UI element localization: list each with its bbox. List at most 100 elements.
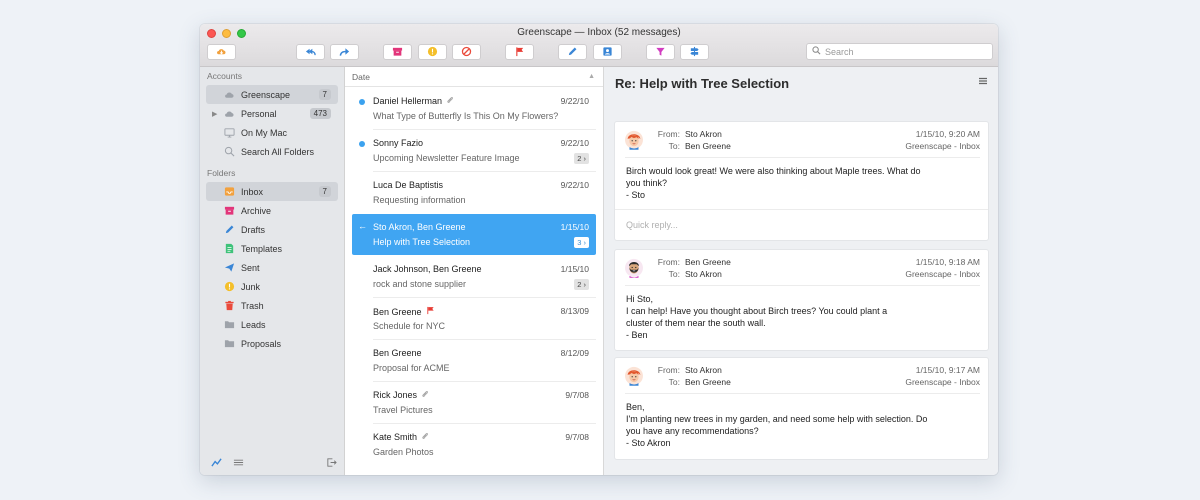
cloud-icon <box>224 108 235 119</box>
message-datetime: 1/15/10, 9:20 AM <box>915 129 980 139</box>
forward-icon <box>339 46 350 59</box>
sidebar-folder-inbox[interactable]: Inbox 7 <box>206 182 338 201</box>
search-input[interactable] <box>825 46 992 57</box>
message-subject: rock and stone supplier <box>373 279 467 289</box>
sort-label: Date <box>352 71 370 82</box>
message-date: 9/22/10 <box>560 138 589 148</box>
junk-button[interactable] <box>418 44 447 60</box>
sort-chevron-icon[interactable]: ▲ <box>588 73 595 80</box>
reply-all-button[interactable] <box>296 44 325 60</box>
filter-button[interactable] <box>646 44 675 60</box>
toggle-list-icon[interactable] <box>233 457 244 470</box>
message-card: From: Sto Akron To: Ben Greene 1/15/10, 9:20… <box>615 122 988 240</box>
message-sender: Ben Greene <box>373 348 422 358</box>
accounts-heading: Accounts <box>207 71 242 81</box>
from-value[interactable]: Sto Akron <box>685 129 722 139</box>
quick-reply-divider <box>615 209 988 210</box>
message-row[interactable]: Luca De Baptistis Requesting information 9… <box>352 172 596 213</box>
from-value[interactable]: Ben Greene <box>685 257 731 267</box>
replied-arrow-icon: ← <box>358 221 367 231</box>
inbox-icon <box>224 186 235 197</box>
attachment-icon <box>421 390 429 400</box>
sidebar-folder-leads[interactable]: Leads <box>206 315 338 334</box>
sidebar-folder-archive[interactable]: Archive <box>206 201 338 220</box>
message-row[interactable]: Kate Smith Garden Photos 9/7/08 <box>352 424 596 465</box>
rules-icon <box>689 46 700 59</box>
unread-count-badge: 7 <box>318 89 331 100</box>
message-card: From: Sto Akron To: Ben Greene 1/15/10, 9:17… <box>615 358 988 459</box>
sidebar-folder-junk[interactable]: Junk <box>206 277 338 296</box>
sidebar-item-label: Trash <box>241 300 264 311</box>
thread-count-badge[interactable]: 2 › <box>574 153 589 164</box>
menu-icon[interactable] <box>977 75 989 89</box>
logout-icon[interactable] <box>326 457 337 470</box>
sidebar-folder-drafts[interactable]: Drafts <box>206 220 338 239</box>
message-sender: Sonny Fazio <box>373 138 424 148</box>
compose-button[interactable] <box>558 44 587 60</box>
message-datetime: 1/15/10, 9:18 AM <box>915 257 980 267</box>
sidebar-account-personal[interactable]: ▶ Personal 473 <box>206 104 338 123</box>
from-value[interactable]: Sto Akron <box>685 365 722 375</box>
sidebar-item-label: Junk <box>241 281 261 292</box>
contacts-icon <box>602 46 613 59</box>
to-value[interactable]: Sto Akron <box>685 269 722 279</box>
forward-button[interactable] <box>330 44 359 60</box>
folders-heading: Folders <box>207 168 236 178</box>
sidebar-folder-templates[interactable]: Templates <box>206 239 338 258</box>
message-row[interactable]: Daniel Hellerman What Type of Butterfly I… <box>352 88 596 129</box>
message-mailbox: Greenscape - Inbox <box>905 377 980 387</box>
sidebar-item-label: Inbox <box>241 186 264 197</box>
title-bar: Greenscape — Inbox (52 messages) <box>200 24 998 67</box>
to-label: To: <box>668 377 680 387</box>
message-row[interactable]: Ben Greene Proposal for ACME 8/12/09 <box>352 340 596 381</box>
avatar <box>625 258 643 278</box>
message-sender-line: Luca De Baptistis <box>373 180 443 190</box>
message-body: Hi Sto, I can help! Have you thought abo… <box>626 294 888 340</box>
pencil-icon <box>224 224 235 235</box>
template-icon <box>224 243 235 254</box>
sidebar-folder-trash[interactable]: Trash <box>206 296 338 315</box>
sidebar-account-on-my-mac[interactable]: On My Mac <box>206 123 338 142</box>
rules-button[interactable] <box>680 44 709 60</box>
archive-button[interactable] <box>383 44 412 60</box>
contacts-button[interactable] <box>593 44 622 60</box>
get-mail-button[interactable] <box>207 44 236 60</box>
attachment-icon <box>446 96 454 106</box>
message-subject: Schedule for NYC <box>373 321 446 331</box>
sidebar-account-greenscape[interactable]: Greenscape 7 <box>206 85 338 104</box>
message-row[interactable]: Sonny Fazio Upcoming Newsletter Feature I… <box>352 130 596 171</box>
junk-icon <box>427 46 438 59</box>
sort-header[interactable]: Date ▲ <box>345 67 603 87</box>
unread-dot-icon <box>359 99 365 105</box>
activity-icon[interactable] <box>211 457 222 470</box>
disclosure-triangle-icon[interactable]: ▶ <box>212 110 217 118</box>
sidebar-account-search-all-folders[interactable]: Search All Folders <box>206 142 338 161</box>
message-sender-line: Sonny Fazio <box>373 138 423 148</box>
reading-pane: Re: Help with Tree Selection From: Sto Ak… <box>604 67 998 475</box>
header-divider <box>625 285 980 286</box>
thread-count-badge[interactable]: 2 › <box>574 279 589 290</box>
search-icon <box>812 46 821 57</box>
flag-button[interactable] <box>505 44 534 60</box>
quick-reply-input[interactable]: Quick reply... <box>626 220 678 230</box>
to-value[interactable]: Ben Greene <box>685 141 731 151</box>
header-divider <box>625 157 980 158</box>
sidebar-item-label: Search All Folders <box>241 146 315 157</box>
block-sender-button[interactable] <box>452 44 481 60</box>
message-row[interactable]: Rick Jones Travel Pictures 9/7/08 <box>352 382 596 423</box>
folders-list: Inbox 7 Archive Drafts Templates Sent Junk Tras… <box>200 182 344 353</box>
message-row[interactable]: Ben Greene Schedule for NYC 8/13/09 <box>352 298 596 339</box>
thread-count-badge[interactable]: 3 › <box>574 237 589 248</box>
sidebar-folder-proposals[interactable]: Proposals <box>206 334 338 353</box>
message-row[interactable]: ← Sto Akron, Ben Greene Help with Tree Sel… <box>352 214 596 255</box>
message-row[interactable]: Jack Johnson, Ben Greene rock and stone s… <box>352 256 596 297</box>
send-icon <box>224 262 235 273</box>
search-field[interactable] <box>806 43 993 60</box>
message-subject: Help with Tree Selection <box>373 237 471 247</box>
avatar <box>625 130 643 150</box>
message-subject: Proposal for ACME <box>373 363 450 373</box>
to-value[interactable]: Ben Greene <box>685 377 731 387</box>
sidebar-folder-sent[interactable]: Sent <box>206 258 338 277</box>
unread-count-badge: 473 <box>309 108 331 119</box>
to-label: To: <box>668 141 680 151</box>
